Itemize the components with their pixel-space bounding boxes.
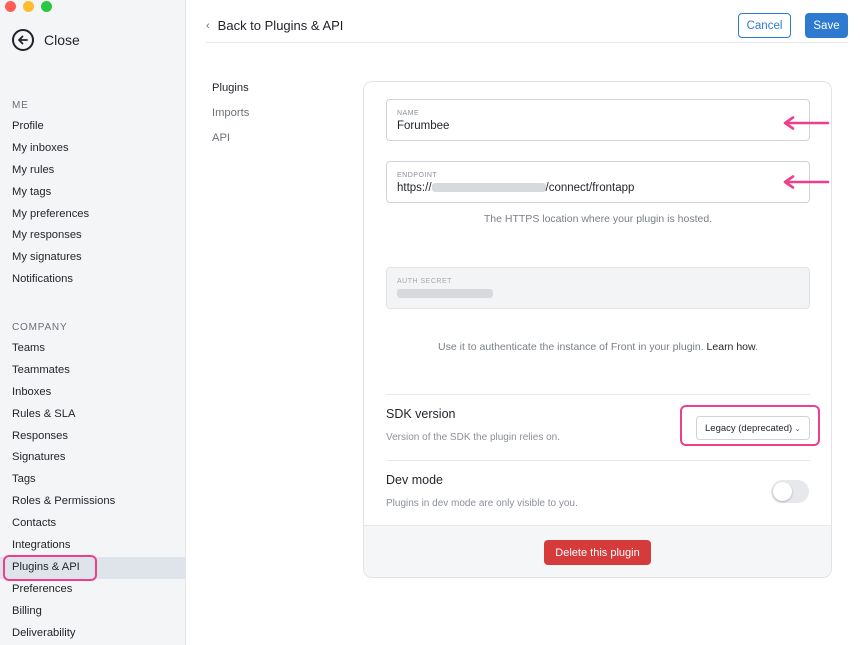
me-nav-list: Profile My inboxes My rules My tags My p… [0,116,185,291]
redacted-domain [431,183,546,193]
sidebar-item-integrations[interactable]: Integrations [0,535,185,557]
sidebar-item-contacts[interactable]: Contacts [0,513,185,535]
auth-secret-helper-text: Use it to authenticate the instance of F… [438,341,704,353]
sdk-version-title: SDK version [386,407,456,421]
auth-secret-field-label: AUTH SECRET [397,278,452,285]
endpoint-field[interactable]: ENDPOINT https:// /connect/frontapp [386,161,810,203]
auth-secret-helper: Use it to authenticate the instance of F… [386,341,810,353]
subnav-item-imports[interactable]: Imports [212,103,249,128]
sidebar-item-notifications[interactable]: Notifications [0,269,185,291]
company-nav-list: Teams Teammates Inboxes Rules & SLA Resp… [0,338,185,644]
window-close-dot[interactable] [5,1,16,12]
window-minimize-dot[interactable] [23,1,34,12]
annotation-arrow-icon [783,116,830,130]
sidebar-item-responses[interactable]: Responses [0,426,185,448]
sidebar-item-profile[interactable]: Profile [0,116,185,138]
back-to-plugins-link[interactable]: ‹ Back to Plugins & API [206,18,343,33]
cancel-button[interactable]: Cancel [738,13,791,38]
sidebar-item-roles-permissions[interactable]: Roles & Permissions [0,491,185,513]
plugin-settings-card: NAME Forumbee ENDPOINT https:// /connect/… [363,81,832,578]
settings-subnav: Plugins Imports API [212,78,249,153]
sidebar-item-preferences[interactable]: Preferences [0,579,185,601]
sidebar-item-my-tags[interactable]: My tags [0,182,185,204]
sidebar-item-deliverability[interactable]: Deliverability [0,623,185,645]
chevron-left-icon: ‹ [206,19,210,32]
sdk-version-description: Version of the SDK the plugin relies on. [386,432,560,443]
card-footer: Delete this plugin [364,525,831,577]
chevron-down-icon: ⌄ [794,423,801,433]
sidebar-item-my-inboxes[interactable]: My inboxes [0,138,185,160]
dev-mode-title: Dev mode [386,473,443,487]
learn-how-link[interactable]: Learn how [707,341,755,353]
auth-secret-field[interactable]: AUTH SECRET [386,267,810,309]
window-zoom-dot[interactable] [41,1,52,12]
endpoint-field-label: ENDPOINT [397,172,438,179]
close-button[interactable]: Close [12,29,80,51]
sidebar-item-my-preferences[interactable]: My preferences [0,204,185,226]
toggle-knob [773,482,792,501]
save-button[interactable]: Save [805,13,848,38]
endpoint-helper-text: The HTTPS location where your plugin is … [483,213,713,225]
sidebar-item-plugins-api[interactable]: Plugins & API [0,556,185,579]
sidebar-item-inboxes[interactable]: Inboxes [0,382,185,404]
annotation-arrow-icon [783,175,830,189]
redacted-secret [397,289,493,299]
page-header: ‹ Back to Plugins & API Cancel Save [186,0,860,44]
name-field-label: NAME [397,110,420,117]
sidebar-item-signatures[interactable]: Signatures [0,447,185,469]
settings-sidebar: Close ME Profile My inboxes My rules My … [0,0,186,645]
endpoint-prefix: https:// [397,182,432,194]
sidebar-item-my-signatures[interactable]: My signatures [0,247,185,269]
sidebar-item-tags[interactable]: Tags [0,469,185,491]
section-divider [386,394,810,395]
sidebar-item-my-responses[interactable]: My responses [0,225,185,247]
sidebar-item-my-rules[interactable]: My rules [0,160,185,182]
sidebar-item-billing[interactable]: Billing [0,601,185,623]
endpoint-suffix: /connect/frontapp [545,182,635,194]
header-divider [206,42,848,43]
auth-secret-value [397,288,799,300]
back-link-label: Back to Plugins & API [217,18,344,33]
me-section-label: ME [12,100,29,111]
company-section-label: COMPANY [12,322,68,333]
subnav-item-api[interactable]: API [212,128,249,153]
helper-period: . [755,341,758,353]
name-field[interactable]: NAME Forumbee [386,99,810,141]
back-arrow-icon [12,29,34,51]
sidebar-item-teammates[interactable]: Teammates [0,360,185,382]
delete-plugin-button[interactable]: Delete this plugin [544,540,651,565]
subnav-item-plugins[interactable]: Plugins [212,78,249,103]
section-divider [386,460,810,461]
dev-mode-description: Plugins in dev mode are only visible to … [386,498,578,509]
sidebar-item-teams[interactable]: Teams [0,338,185,360]
endpoint-field-value: https:// /connect/frontapp [397,182,799,194]
name-field-value: Forumbee [397,120,450,132]
close-label: Close [44,32,80,48]
sdk-version-selected: Legacy (deprecated) [705,422,793,434]
sidebar-item-rules-sla[interactable]: Rules & SLA [0,404,185,426]
sdk-version-select[interactable]: Legacy (deprecated) ⌄ [696,416,810,440]
window-controls [5,1,52,12]
dev-mode-toggle[interactable] [771,480,809,503]
